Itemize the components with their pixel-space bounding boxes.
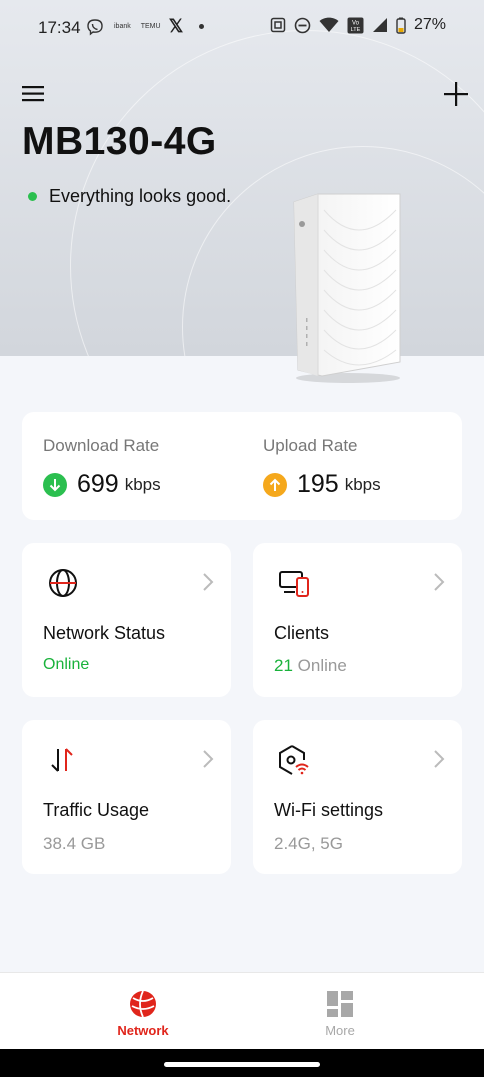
do-not-disturb-icon: [294, 17, 311, 33]
chevron-right-icon: [203, 573, 214, 591]
network-status-value: Online: [43, 656, 90, 673]
download-rate: Download Rate 699 kbps: [43, 436, 161, 499]
plus-icon: [444, 82, 468, 106]
globe-icon: [49, 569, 77, 597]
download-rate-value: 699: [77, 470, 119, 498]
upload-rate-label: Upload Rate: [263, 436, 358, 455]
clients-title: Clients: [274, 623, 330, 643]
nav-network-tab[interactable]: Network: [103, 989, 183, 1038]
add-device-button[interactable]: [440, 78, 472, 110]
menu-button[interactable]: [20, 78, 52, 110]
network-globe-icon: [130, 990, 156, 1018]
volte-icon: VoLTE: [347, 17, 364, 33]
status-dot-icon: [28, 192, 37, 201]
svg-text:Vo: Vo: [352, 20, 360, 26]
bottom-navigation: Network More: [0, 972, 484, 1050]
traffic-arrows-icon: [51, 748, 73, 772]
temu-icon: TEMU: [140, 23, 161, 30]
clients-count: 21: [274, 656, 293, 675]
device-health-status: Everything looks good.: [28, 186, 231, 207]
wifi-signal-icon: [319, 17, 339, 32]
clients-online-label: Online: [297, 656, 347, 675]
status-text: Everything looks good.: [49, 186, 232, 206]
traffic-usage-title: Traffic Usage: [43, 800, 150, 820]
nav-more-tab[interactable]: More: [300, 989, 380, 1038]
viber-icon: [87, 18, 103, 35]
traffic-usage-value: 38.4 GB: [43, 834, 106, 853]
network-status-title: Network Status: [43, 623, 166, 643]
router-image: [293, 193, 401, 383]
chevron-right-icon: [434, 750, 445, 768]
svg-text:LTE: LTE: [351, 27, 361, 33]
download-arrow-icon: [43, 472, 67, 497]
upload-rate-value: 195: [297, 470, 339, 498]
battery-icon: [396, 17, 406, 34]
download-rate-unit: kbps: [124, 474, 161, 494]
wifi-settings-value: 2.4G, 5G: [274, 834, 343, 853]
clients-online: 21 Online: [274, 656, 347, 676]
rates-card: Download Rate 699 kbps Upload Rate 195 k…: [22, 412, 462, 520]
more-notifications-dot-icon: [199, 24, 205, 29]
chevron-right-icon: [203, 750, 214, 768]
status-time: 17:34: [38, 18, 81, 37]
wifi-settings-icon: [279, 745, 309, 775]
traffic-usage-tile[interactable]: Traffic Usage 38.4 GB: [22, 720, 231, 874]
system-navigation-bar: [0, 1049, 484, 1077]
status-bar: 17:34 ibank TEMU 𝕏 Vo LTE 27%: [0, 0, 484, 56]
ibank-icon: ibank: [114, 23, 131, 30]
devices-icon: [279, 571, 309, 597]
nav-more-label: More: [325, 1023, 355, 1038]
nav-network-label: Network: [117, 1023, 169, 1038]
chevron-right-icon: [434, 573, 445, 591]
grid-icon: [327, 991, 353, 1017]
nfc-icon: [270, 17, 286, 33]
download-rate-label: Download Rate: [43, 436, 160, 455]
upload-arrow-icon: [263, 472, 287, 497]
upload-rate: Upload Rate 195 kbps: [263, 436, 381, 499]
battery-percent: 27%: [413, 16, 446, 33]
clients-tile[interactable]: Clients 21 Online: [253, 543, 462, 697]
wifi-settings-tile[interactable]: Wi-Fi settings 2.4G, 5G: [253, 720, 462, 874]
upload-rate-unit: kbps: [344, 474, 381, 494]
hamburger-menu-icon: [22, 86, 44, 102]
x-app-icon: 𝕏: [168, 16, 184, 36]
cell-signal-icon: [372, 18, 387, 32]
network-status-tile[interactable]: Network Status Online: [22, 543, 231, 697]
home-gesture-pill[interactable]: [164, 1062, 320, 1067]
device-name: MB130-4G: [22, 120, 217, 163]
wifi-settings-title: Wi-Fi settings: [274, 800, 384, 820]
